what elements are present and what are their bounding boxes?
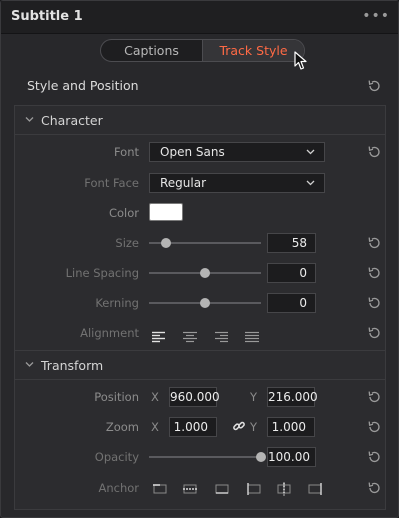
tab-track-style[interactable]: Track Style: [202, 40, 304, 61]
anchor-bottom-left-icon[interactable]: [246, 481, 262, 495]
alignment-label: Alignment: [80, 326, 139, 340]
mouse-pointer-icon: [294, 51, 307, 70]
transform-section-header[interactable]: Transform: [15, 351, 385, 380]
font-face-label: Font Face: [84, 176, 139, 190]
opacity-input[interactable]: 100.00: [267, 447, 316, 467]
size-input[interactable]: 58: [267, 233, 316, 253]
link-icon[interactable]: [232, 419, 246, 433]
character-section-header[interactable]: Character: [15, 106, 385, 135]
tab-captions[interactable]: Captions: [101, 40, 202, 61]
alignment-reset-icon[interactable]: [366, 325, 382, 341]
align-left-icon[interactable]: [151, 328, 167, 343]
zoom-x-input[interactable]: 1.000: [169, 417, 217, 437]
align-right-icon[interactable]: [213, 328, 229, 343]
zoom-reset-icon[interactable]: [366, 419, 382, 435]
anchor-top-center-icon[interactable]: [182, 481, 198, 495]
position-x-label: X: [151, 390, 159, 404]
font-dropdown[interactable]: Open Sans: [149, 142, 325, 162]
slider-knob[interactable]: [160, 238, 171, 248]
character-section-label: Character: [41, 113, 103, 128]
anchor-label: Anchor: [98, 481, 139, 495]
tab-switcher: Captions Track Style: [100, 39, 305, 62]
zoom-label: Zoom: [105, 420, 139, 434]
font-face-dropdown[interactable]: Regular: [149, 173, 325, 193]
position-x-input[interactable]: 960.000: [169, 387, 220, 407]
line-spacing-label: Line Spacing: [65, 266, 139, 280]
position-y-input[interactable]: 216.000: [267, 387, 318, 407]
font-reset-icon[interactable]: [366, 144, 382, 160]
opacity-reset-icon[interactable]: [366, 449, 382, 465]
transform-section-label: Transform: [41, 358, 104, 373]
opacity-slider[interactable]: [149, 451, 266, 463]
anchor-bottom-right-icon[interactable]: [307, 481, 323, 495]
panel-title: Subtitle 1: [11, 9, 83, 24]
kerning-input[interactable]: 0: [267, 293, 316, 313]
align-center-icon[interactable]: [182, 328, 198, 343]
chevron-down-icon: [306, 180, 315, 186]
anchor-reset-icon[interactable]: [366, 480, 382, 496]
panel-header: Subtitle 1 •••: [1, 1, 398, 34]
zoom-x-label: X: [151, 420, 159, 434]
anchor-center-icon[interactable]: [276, 481, 292, 496]
more-options-icon[interactable]: •••: [362, 8, 390, 24]
slider-knob[interactable]: [200, 268, 210, 278]
zoom-y-input[interactable]: 1.000: [267, 417, 315, 437]
anchor-top-left-icon[interactable]: [152, 481, 168, 495]
font-label: Font: [113, 145, 139, 159]
align-justify-icon[interactable]: [244, 328, 260, 343]
position-reset-icon[interactable]: [366, 389, 382, 405]
color-label: Color: [108, 206, 139, 220]
position-y-label: Y: [250, 390, 258, 404]
kerning-label: Kerning: [95, 296, 139, 310]
line-spacing-slider[interactable]: [149, 267, 261, 279]
zoom-y-label: Y: [250, 420, 258, 434]
chevron-down-icon: [25, 117, 34, 122]
line-spacing-input[interactable]: 0: [267, 263, 316, 283]
position-label: Position: [94, 390, 139, 404]
size-reset-icon[interactable]: [366, 235, 382, 251]
font-value: Open Sans: [160, 145, 225, 159]
size-slider[interactable]: [149, 237, 261, 249]
style-position-reset-icon[interactable]: [366, 78, 382, 94]
line-spacing-reset-icon[interactable]: [366, 265, 382, 281]
opacity-label: Opacity: [94, 450, 139, 464]
slider-track: [149, 456, 261, 458]
chevron-down-icon: [25, 362, 34, 367]
size-label: Size: [115, 236, 139, 250]
subtitle-inspector-panel: Subtitle 1 ••• Captions Track Style Styl…: [0, 0, 399, 518]
style-and-position-heading: Style and Position: [27, 78, 139, 93]
chevron-down-icon: [306, 149, 315, 155]
slider-knob[interactable]: [200, 298, 210, 308]
font-face-value: Regular: [160, 176, 207, 190]
slider-knob[interactable]: [256, 452, 266, 462]
anchor-top-right-icon[interactable]: [214, 481, 230, 495]
kerning-reset-icon[interactable]: [366, 295, 382, 311]
color-swatch[interactable]: [149, 203, 183, 221]
kerning-slider[interactable]: [149, 297, 261, 309]
